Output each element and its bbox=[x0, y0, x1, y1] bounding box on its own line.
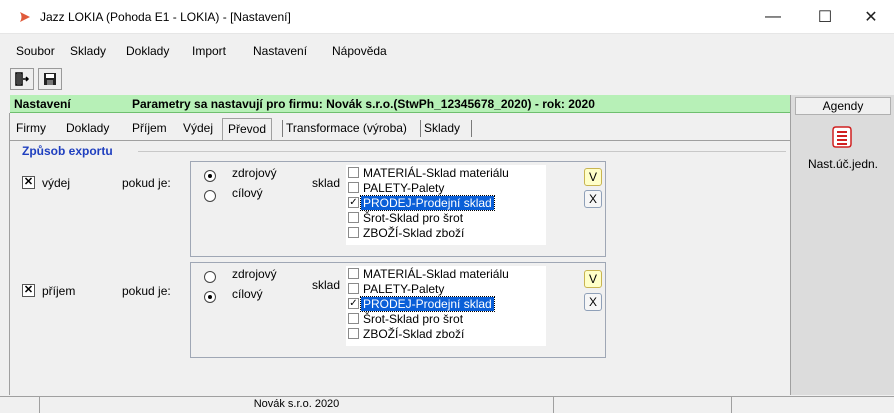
status-company: Novák s.r.o. 2020 bbox=[40, 397, 554, 413]
tab-doklady[interactable]: Doklady bbox=[66, 121, 109, 135]
menu-doklady[interactable]: Doklady bbox=[126, 44, 169, 58]
panel-border bbox=[9, 113, 10, 395]
minimize-icon: — bbox=[765, 8, 781, 25]
exit-door-icon bbox=[15, 72, 30, 86]
item-label: PRODEJ-Prodejní sklad bbox=[360, 296, 495, 312]
settings-header: Nastavení Parametry sa nastavují pro fir… bbox=[10, 95, 790, 113]
tab-sklady[interactable]: Sklady bbox=[424, 121, 460, 135]
agendy-item-label: Nast.úč.jedn. bbox=[807, 157, 879, 171]
agendy-panel: Agendy Nast.úč.jedn. bbox=[790, 95, 894, 395]
window-title: Jazz LOKIA (Pohoda E1 - LOKIA) - [Nastav… bbox=[40, 10, 291, 24]
tab-transformace[interactable]: Transformace (výroba) bbox=[286, 121, 407, 135]
menu-import[interactable]: Import bbox=[192, 44, 226, 58]
save-button[interactable] bbox=[38, 68, 62, 90]
tab-baseline bbox=[10, 140, 790, 141]
prijem-radio-zdrojovy[interactable] bbox=[204, 271, 216, 283]
prijem-radio-cilovy-label: cílový bbox=[232, 287, 263, 301]
menu-soubor[interactable]: Soubor bbox=[16, 44, 55, 58]
vydej-radio-cilovy[interactable] bbox=[204, 190, 216, 202]
item-label: PRODEJ-Prodejní sklad bbox=[360, 195, 495, 211]
tab-firmy[interactable]: Firmy bbox=[16, 121, 46, 135]
item-label: PALETY-Palety bbox=[363, 181, 445, 195]
status-cell bbox=[0, 397, 40, 413]
item-checkbox[interactable] bbox=[348, 212, 359, 223]
item-label: MATERIÁL-Sklad materiálu bbox=[363, 267, 509, 281]
item-label: Šrot-Sklad pro šrot bbox=[363, 211, 464, 225]
vydej-radio-zdrojovy-label: zdrojový bbox=[232, 166, 277, 180]
agendy-header: Agendy bbox=[795, 97, 891, 115]
status-cell bbox=[554, 397, 732, 413]
vydej-checkbox[interactable]: ✕ bbox=[22, 176, 35, 189]
item-checkbox[interactable] bbox=[348, 313, 359, 324]
menu-sklady[interactable]: Sklady bbox=[70, 44, 106, 58]
item-label: MATERIÁL-Sklad materiálu bbox=[363, 166, 509, 180]
tab-vydej[interactable]: Výdej bbox=[183, 121, 213, 135]
header-company-info: Parametry sa nastavují pro firmu: Novák … bbox=[132, 97, 595, 111]
vydej-sklad-label: sklad bbox=[312, 176, 341, 190]
header-label: Nastavení bbox=[14, 97, 71, 111]
item-label: ZBOŽÍ-Sklad zboží bbox=[363, 226, 465, 240]
prijem-checkbox[interactable]: ✕ bbox=[22, 284, 35, 297]
app-logo-icon bbox=[20, 12, 30, 22]
close-icon: ✕ bbox=[864, 9, 878, 26]
item-checkbox[interactable]: ✓ bbox=[348, 197, 359, 208]
prijem-radio-zdrojovy-label: zdrojový bbox=[232, 267, 277, 281]
item-label: ZBOŽÍ-Sklad zboží bbox=[363, 327, 465, 341]
vydej-clear-button[interactable]: X bbox=[584, 190, 602, 208]
vydej-radio-zdrojovy[interactable] bbox=[204, 170, 216, 182]
tab-separator bbox=[282, 120, 283, 137]
status-cell bbox=[732, 397, 894, 413]
item-checkbox[interactable] bbox=[348, 227, 359, 238]
maximize-button[interactable]: ☐ bbox=[802, 0, 848, 34]
maximize-icon: ☐ bbox=[817, 9, 833, 26]
vydej-pokud-label: pokud je: bbox=[122, 176, 171, 190]
prijem-clear-button[interactable]: X bbox=[584, 293, 602, 311]
item-checkbox[interactable] bbox=[348, 182, 359, 193]
group-divider bbox=[138, 151, 786, 152]
title-bar: Jazz LOKIA (Pohoda E1 - LOKIA) - [Nastav… bbox=[0, 0, 894, 34]
group-title: Způsob exportu bbox=[22, 144, 113, 158]
tab-separator bbox=[420, 120, 421, 137]
prijem-select-all-button[interactable]: V bbox=[584, 270, 602, 288]
prijem-pokud-label: pokud je: bbox=[122, 284, 171, 298]
status-bar: Novák s.r.o. 2020 bbox=[0, 396, 894, 413]
item-checkbox[interactable] bbox=[348, 328, 359, 339]
vydej-label: výdej bbox=[42, 176, 71, 190]
menu-nastaveni[interactable]: Nastavení bbox=[253, 44, 307, 58]
prijem-label: příjem bbox=[42, 284, 76, 298]
item-label: PALETY-Palety bbox=[363, 282, 445, 296]
exit-button[interactable] bbox=[10, 68, 34, 90]
item-checkbox[interactable] bbox=[348, 167, 359, 178]
tab-separator bbox=[471, 120, 472, 137]
item-checkbox[interactable]: ✓ bbox=[348, 298, 359, 309]
vydej-sklad-list[interactable]: MATERIÁL-Sklad materiálu PALETY-Palety ✓… bbox=[346, 165, 546, 245]
item-label: Šrot-Sklad pro šrot bbox=[363, 312, 464, 326]
floppy-save-icon bbox=[44, 73, 56, 85]
accounting-settings-icon bbox=[832, 126, 852, 148]
prijem-radio-cilovy[interactable] bbox=[204, 291, 216, 303]
toolbar bbox=[10, 68, 62, 92]
prijem-sklad-label: sklad bbox=[312, 278, 341, 292]
vydej-radio-cilovy-label: cílový bbox=[232, 186, 263, 200]
prijem-sklad-list[interactable]: MATERIÁL-Sklad materiálu PALETY-Palety ✓… bbox=[346, 266, 546, 346]
menu-napoveda[interactable]: Nápověda bbox=[332, 44, 387, 58]
vydej-select-all-button[interactable]: V bbox=[584, 168, 602, 186]
close-button[interactable]: ✕ bbox=[848, 0, 894, 34]
item-checkbox[interactable] bbox=[348, 283, 359, 294]
tab-prevod[interactable]: Převod bbox=[222, 118, 273, 140]
agendy-item-nast-uc-jedn[interactable]: Nast.úč.jedn. bbox=[791, 125, 894, 181]
item-checkbox[interactable] bbox=[348, 268, 359, 279]
minimize-button[interactable]: — bbox=[750, 0, 796, 34]
tab-prijem[interactable]: Příjem bbox=[132, 121, 167, 135]
